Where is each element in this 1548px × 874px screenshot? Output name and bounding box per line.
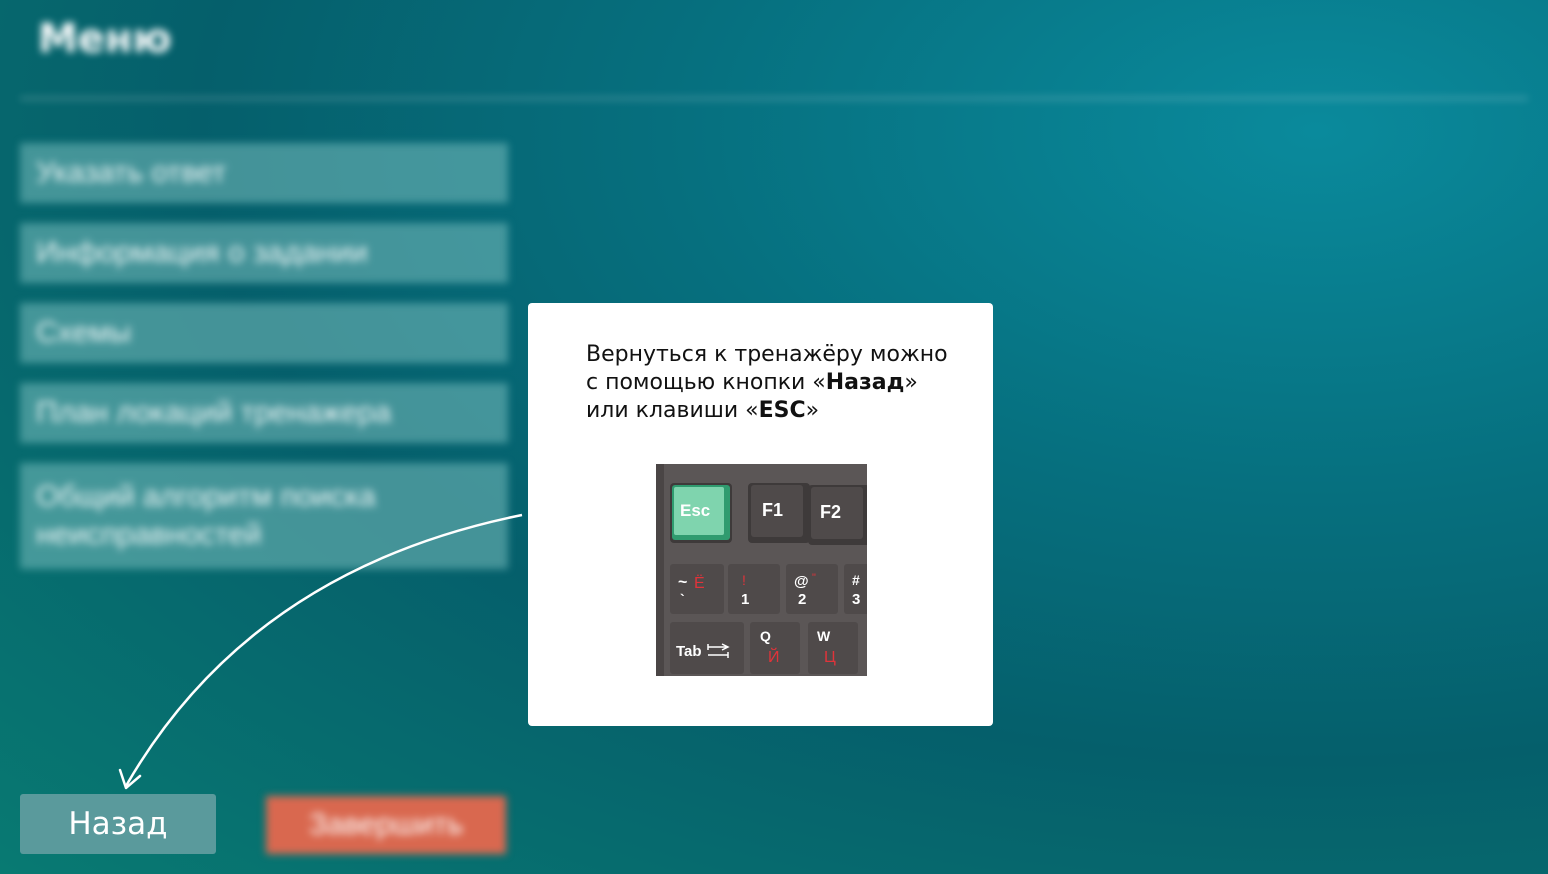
keyboard-image: Esc F1 F2 ~ ` Ё ! 1 @ " 2 # 3 Tab Q Й W … [656, 464, 867, 676]
hint-line-3-suffix: » [805, 398, 820, 423]
two-label: 2 [798, 591, 806, 608]
hint-line-3-prefix: или клавиши « [586, 398, 759, 423]
back-button-label: Назад [68, 806, 168, 842]
f2-key-label: F2 [820, 502, 841, 522]
hint-arrow-head [118, 768, 142, 790]
hint-line-2: с помощью кнопки «Назад» [586, 369, 966, 397]
one-label: 1 [741, 591, 749, 608]
yo-label: Ё [694, 574, 705, 592]
q-key [750, 622, 800, 674]
menu-item-answer[interactable]: Указать ответ [20, 143, 508, 203]
back-button[interactable]: Назад [20, 794, 216, 854]
header-divider [20, 97, 1528, 100]
hint-dialog: Вернуться к тренажёру можно с помощью кн… [528, 303, 993, 726]
menu-item-label: Схемы [36, 316, 132, 349]
menu-item-task-info[interactable]: Информация о задании [20, 223, 508, 283]
keyboard-edge [656, 464, 664, 676]
f1-key-label: F1 [762, 500, 783, 520]
hint-esc-keyword: ESC [758, 398, 806, 423]
hint-back-keyword: Назад [825, 370, 905, 395]
tab-label: Tab [676, 643, 702, 660]
menu-item-algorithm[interactable]: Общий алгоритм поиска неисправностей [20, 463, 508, 569]
hint-text: Вернуться к тренажёру можно с помощью кн… [586, 341, 966, 425]
q-label: Q [760, 628, 771, 644]
menu-item-location-plan[interactable]: План локаций тренажера [20, 383, 508, 443]
hint-line-2-prefix: с помощью кнопки « [586, 370, 826, 395]
tilde-top-label: ~ [678, 574, 687, 591]
hash-label: # [852, 572, 860, 588]
w-key [808, 622, 858, 674]
tilde-bottom-label: ` [680, 591, 685, 607]
w-label: W [817, 628, 831, 644]
at-label: @ [794, 573, 809, 590]
ts-cyr-label: Ц [824, 649, 836, 666]
menu-item-label: Общий алгоритм поиска неисправностей [36, 480, 376, 551]
finish-button[interactable]: Завершить [266, 796, 506, 854]
hint-line-3: или клавиши «ESC» [586, 397, 966, 425]
menu-item-label: Информация о задании [36, 236, 368, 269]
three-label: 3 [852, 591, 860, 608]
menu-item-schemes[interactable]: Схемы [20, 303, 508, 363]
finish-button-label: Завершить [309, 808, 463, 841]
quote-label: " [812, 572, 816, 584]
hint-line-1: Вернуться к тренажёру можно [586, 342, 948, 367]
hint-line-2-suffix: » [904, 370, 918, 395]
menu-item-label: Указать ответ [36, 156, 227, 189]
menu-item-label: План локаций тренажера [36, 396, 392, 429]
menu-title: Меню [38, 16, 172, 62]
one-key [728, 564, 780, 614]
excl-label: ! [742, 572, 746, 588]
y-cyr-label: Й [768, 647, 780, 666]
esc-key-label: Esc [680, 501, 710, 520]
